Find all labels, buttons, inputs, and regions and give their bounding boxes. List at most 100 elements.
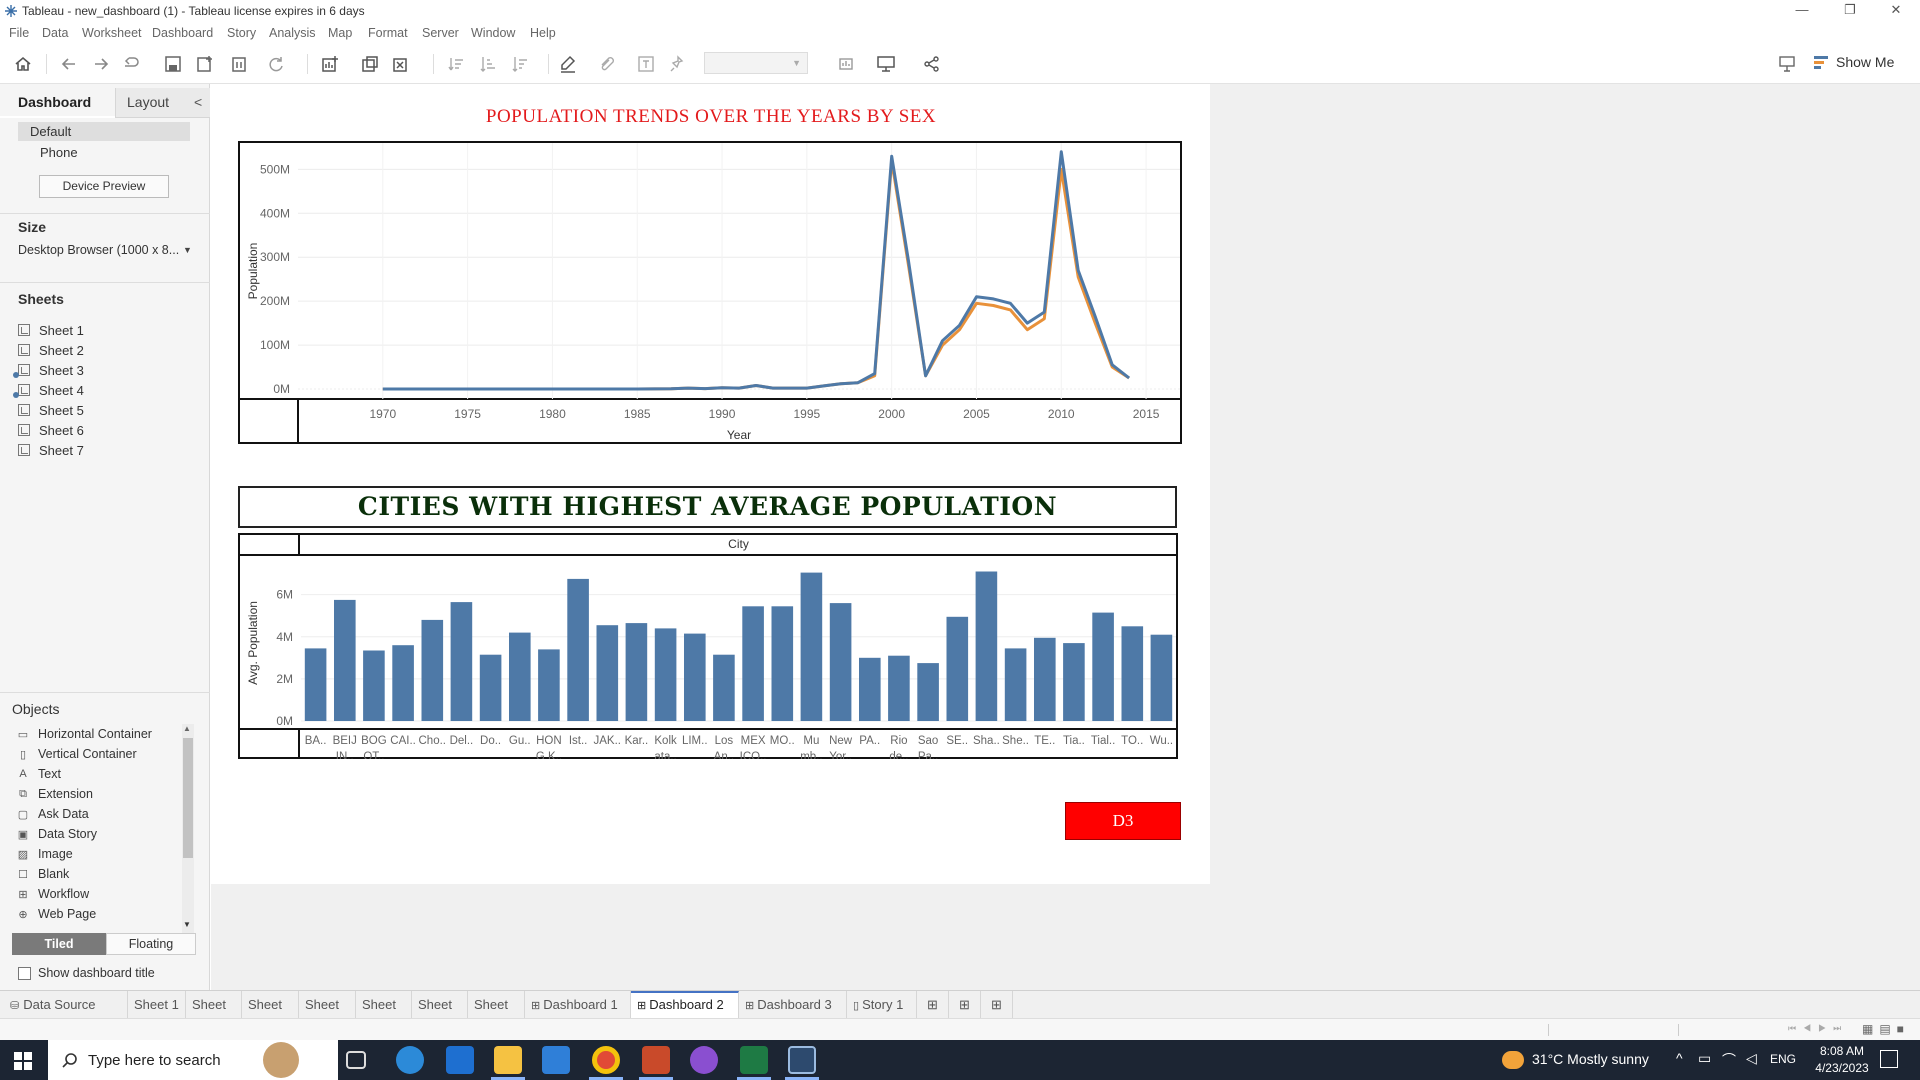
language-indicator[interactable]: ENG [1770, 1052, 1796, 1066]
file-explorer-icon[interactable] [494, 1046, 522, 1074]
tab-dashboard[interactable]: Dashboard [18, 88, 91, 116]
presenter-icon[interactable] [1775, 52, 1799, 76]
tab-navigation-icon[interactable]: ⏮◀▶⏭ [1788, 1023, 1848, 1034]
edge-browser-icon[interactable] [396, 1046, 424, 1074]
sort-descending-icon[interactable] [508, 52, 532, 76]
excel-icon[interactable] [740, 1046, 768, 1074]
new-worksheet-icon[interactable] [318, 52, 342, 76]
windows-start-icon[interactable] [14, 1052, 32, 1070]
d3-navigation-button[interactable]: D3 [1065, 802, 1181, 840]
sheet-list-item-6[interactable]: Sheet 6 [18, 420, 84, 440]
tray-meet-icon[interactable]: ▭ [1698, 1050, 1711, 1067]
tab-sheet-6[interactable]: Sheet 6 [412, 991, 468, 1039]
redo-icon[interactable] [89, 52, 113, 76]
menu-format[interactable]: Format [368, 26, 408, 40]
save-icon[interactable] [161, 52, 185, 76]
menu-dashboard[interactable]: Dashboard [152, 26, 213, 40]
menu-help[interactable]: Help [530, 26, 556, 40]
tab-sheet-2[interactable]: Sheet 2 [186, 991, 242, 1039]
tray-chevron-up-icon[interactable]: ^ [1676, 1050, 1683, 1066]
refresh-icon[interactable] [264, 52, 288, 76]
sheet-list-item-1[interactable]: Sheet 1 [18, 320, 84, 340]
object-item-vertical-container[interactable]: ▯ Vertical Container [16, 744, 137, 764]
object-item-data-story[interactable]: ▣ Data Story [16, 824, 97, 844]
object-item-text[interactable]: A Text [16, 764, 61, 784]
objects-scrollbar[interactable]: ▲ ▼ [182, 724, 194, 934]
clear-sheet-icon[interactable] [389, 52, 413, 76]
tab-story-1[interactable]: ▯ Story 1 [847, 991, 917, 1018]
tab-sheet-4[interactable]: Sheet 4 [299, 991, 356, 1039]
scrollbar-thumb[interactable] [183, 738, 193, 858]
collapse-pane-icon[interactable]: < [194, 88, 202, 116]
group-members-icon[interactable] [594, 52, 618, 76]
tableau-taskbar-icon[interactable] [788, 1046, 816, 1074]
duplicate-sheet-icon[interactable] [358, 52, 382, 76]
new-dashboard-tab-icon[interactable]: ⊞ [949, 991, 981, 1018]
menu-file[interactable]: File [9, 26, 29, 40]
floating-toggle[interactable]: Floating [106, 933, 196, 955]
pause-updates-icon[interactable] [227, 52, 251, 76]
chrome-icon[interactable] [592, 1046, 620, 1074]
tab-dashboard-3[interactable]: ⊞ Dashboard 3 [739, 991, 847, 1018]
scroll-down-icon[interactable]: ▼ [183, 920, 191, 929]
tab-dashboard-2[interactable]: ⊞ Dashboard 2 [631, 991, 739, 1018]
new-worksheet-tab-icon[interactable]: ⊞ [917, 991, 949, 1018]
show-mark-labels-icon[interactable] [634, 52, 658, 76]
device-preview-button[interactable]: Device Preview [39, 175, 169, 198]
close-button[interactable]: ✕ [1876, 2, 1916, 20]
device-phone[interactable]: Phone [40, 145, 78, 160]
undo-icon[interactable] [57, 52, 81, 76]
size-dropdown[interactable]: Desktop Browser (1000 x 8... [18, 243, 179, 257]
bar-chart[interactable]: City 0M 2M 4M 6M Avg. Population BA.. BEIJ IN.. B… [238, 533, 1178, 759]
sheet-list-item-3[interactable]: Sheet 3 [18, 360, 84, 380]
menu-analysis[interactable]: Analysis [269, 26, 316, 40]
home-icon[interactable] [11, 52, 35, 76]
tab-data-source[interactable]: ⛁ Data Source [0, 991, 128, 1018]
object-item-web-page[interactable]: ⊕ Web Page [16, 904, 96, 924]
store-icon[interactable] [542, 1046, 570, 1074]
tab-sheet-7[interactable]: Sheet 7 [468, 991, 525, 1039]
show-me-button[interactable]: Show Me [1814, 54, 1894, 70]
swap-rows-columns-icon[interactable] [444, 52, 468, 76]
sheet-list-item-5[interactable]: Sheet 5 [18, 400, 84, 420]
clock-time[interactable]: 8:08 AM [1812, 1044, 1872, 1058]
mail-icon[interactable] [446, 1046, 474, 1074]
size-chevron-down-icon[interactable]: ▼ [183, 245, 192, 255]
object-item-image[interactable]: ▨ Image [16, 844, 73, 864]
tab-sheet-3[interactable]: Sheet 3 [242, 991, 299, 1039]
weather-icon[interactable] [1502, 1051, 1524, 1069]
view-mode-icon[interactable]: ▦▤■ [1862, 1022, 1910, 1036]
new-story-tab-icon[interactable]: ⊞ [981, 991, 1013, 1018]
sort-ascending-icon[interactable] [476, 52, 500, 76]
menu-worksheet[interactable]: Worksheet [82, 26, 142, 40]
sheet-list-item-4[interactable]: Sheet 4 [18, 380, 84, 400]
new-data-source-icon[interactable] [193, 52, 217, 76]
menu-story[interactable]: Story [227, 26, 256, 40]
share-icon[interactable] [920, 52, 944, 76]
menu-server[interactable]: Server [422, 26, 459, 40]
clock-date[interactable]: 4/23/2023 [1806, 1061, 1878, 1075]
notification-icon[interactable] [1880, 1050, 1898, 1068]
restore-button[interactable]: ❐ [1830, 2, 1870, 20]
line-chart[interactable]: 0M 100M 200M 300M 400M 500M 1970 1975 1980 1985 19… [238, 141, 1182, 444]
tab-dashboard-1[interactable]: ⊞ Dashboard 1 [525, 991, 631, 1018]
tab-sheet-5[interactable]: Sheet 5 [356, 991, 412, 1039]
menu-data[interactable]: Data [42, 26, 68, 40]
object-item-extension[interactable]: ⧉ Extension [16, 784, 93, 804]
object-item-ask-data[interactable]: ▢ Ask Data [16, 804, 89, 824]
highlight-icon[interactable] [556, 52, 580, 76]
fit-dropdown[interactable]: ▼ [704, 52, 808, 74]
menu-window[interactable]: Window [471, 26, 515, 40]
replay-icon[interactable] [120, 52, 144, 76]
tab-layout[interactable]: Layout [127, 88, 169, 116]
fix-axes-icon[interactable] [666, 52, 690, 76]
object-item-workflow[interactable]: ⊞ Workflow [16, 884, 89, 904]
sheet-list-item-2[interactable]: Sheet 2 [18, 340, 84, 360]
weather-text[interactable]: 31°C Mostly sunny [1532, 1051, 1649, 1067]
volume-icon[interactable]: ◁ [1746, 1050, 1757, 1067]
object-item-horizontal-container[interactable]: ▭ Horizontal Container [16, 724, 152, 744]
presentation-mode-icon[interactable] [874, 52, 898, 76]
taskbar-search-box[interactable]: Type here to search [48, 1040, 338, 1080]
tab-sheet-1[interactable]: Sheet 1 [128, 991, 186, 1018]
scroll-up-icon[interactable]: ▲ [183, 724, 191, 733]
